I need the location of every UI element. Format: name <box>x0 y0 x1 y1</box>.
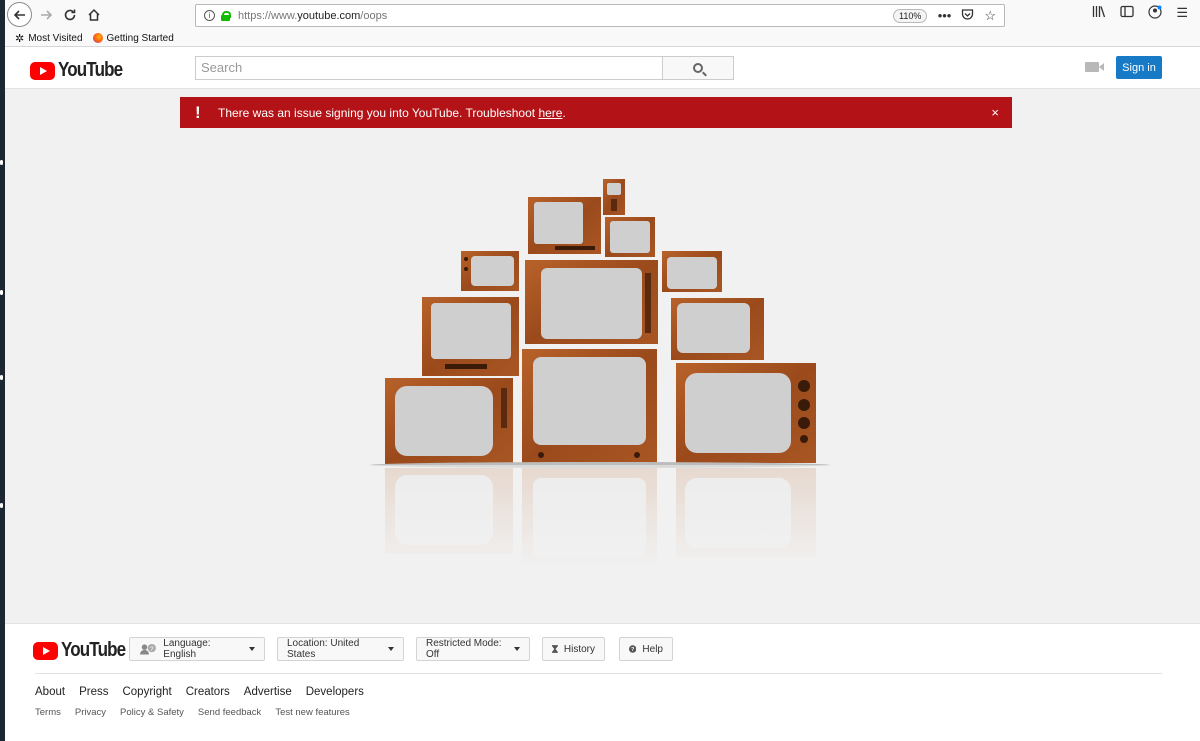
arrow-left-icon <box>13 9 25 20</box>
help-button[interactable]: ? Help <box>619 637 673 661</box>
help-icon: ? <box>629 645 637 653</box>
error-message-text: There was an issue signing you into YouT… <box>218 105 539 120</box>
history-button[interactable]: History <box>542 637 605 661</box>
restricted-mode-text: Restricted Mode: <box>426 638 502 649</box>
location-label: Location: United States <box>287 638 360 660</box>
info-icon[interactable]: i <box>204 10 215 21</box>
footer-primary-links: About Press Copyright Creators Advertise… <box>35 686 364 698</box>
history-label: History <box>563 643 595 655</box>
page-actions-icon[interactable]: ••• <box>938 8 952 24</box>
upload-video-icon[interactable] <box>1085 62 1104 72</box>
reload-button[interactable] <box>58 3 82 27</box>
youtube-play-icon <box>30 61 55 80</box>
footer-link-privacy[interactable]: Privacy <box>75 707 106 718</box>
error-message: There was an issue signing you into YouT… <box>218 106 566 120</box>
url-text[interactable]: https://www.youtube.com/oops <box>238 10 387 22</box>
arrow-right-icon <box>41 10 53 20</box>
hourglass-icon <box>552 645 558 653</box>
bookmark-star-icon[interactable]: ☆ <box>984 8 996 24</box>
logo-text: YouTube <box>58 59 123 81</box>
pocket-icon[interactable] <box>961 8 974 24</box>
tv-reflection <box>365 465 835 568</box>
lock-icon <box>221 10 231 21</box>
language-button[interactable]: ? Language: English <box>129 637 265 661</box>
bookmark-label: Most Visited <box>28 32 83 44</box>
footer-link-creators[interactable]: Creators <box>186 686 230 698</box>
reload-icon <box>64 9 76 21</box>
bookmark-label: Getting Started <box>106 32 174 44</box>
broken-tv-illustration <box>365 179 835 568</box>
url-prefix: https://www. <box>238 9 298 22</box>
url-bar[interactable]: i https://www.youtube.com/oops 110% ••• … <box>195 4 1005 27</box>
footer-link-developers[interactable]: Developers <box>306 686 364 698</box>
language-label: Language: English <box>163 638 211 660</box>
gear-icon: ✲ <box>15 32 25 45</box>
masthead: YouTube Search Sign in <box>5 48 1200 89</box>
restricted-mode-label: Restricted Mode: Off <box>426 638 504 660</box>
zoom-badge[interactable]: 110% <box>893 9 928 23</box>
footer-link-advertise[interactable]: Advertise <box>244 686 292 698</box>
chevron-down-icon <box>249 647 255 651</box>
sidebar-icon[interactable] <box>1120 5 1134 22</box>
restricted-mode-value: Off <box>426 649 440 660</box>
footer-youtube-logo[interactable]: YouTube <box>33 639 137 662</box>
footer-link-test-features[interactable]: Test new features <box>275 707 349 718</box>
help-label: Help <box>642 643 663 655</box>
error-banner: ! There was an issue signing you into Yo… <box>180 97 1012 128</box>
browser-toolbar: i https://www.youtube.com/oops 110% ••• … <box>5 0 1200 30</box>
footer-link-send-feedback[interactable]: Send feedback <box>198 707 261 718</box>
restricted-mode-button[interactable]: Restricted Mode: Off <box>416 637 530 661</box>
firefox-icon <box>92 33 103 43</box>
search-button[interactable] <box>662 56 734 80</box>
menu-icon[interactable]: ☰ <box>1176 5 1188 22</box>
search-input[interactable]: Search <box>195 56 663 80</box>
footer-link-policy-safety[interactable]: Policy & Safety <box>120 707 184 718</box>
alert-icon: ! <box>195 102 201 122</box>
youtube-logo[interactable]: YouTube <box>30 59 134 82</box>
search-icon <box>693 63 703 73</box>
footer: YouTube ? Language: English Location: Un… <box>5 623 1200 741</box>
back-button[interactable] <box>7 2 32 27</box>
language-icon: ? <box>139 643 156 655</box>
url-domain: youtube.com <box>297 9 361 22</box>
logo-text: YouTube <box>61 639 126 661</box>
bookmark-most-visited[interactable]: ✲ Most Visited <box>15 32 83 45</box>
close-icon[interactable]: × <box>991 105 999 120</box>
footer-link-press[interactable]: Press <box>79 686 108 698</box>
troubleshoot-link[interactable]: here <box>538 106 562 120</box>
home-icon <box>88 8 100 21</box>
footer-link-copyright[interactable]: Copyright <box>122 686 171 698</box>
footer-link-terms[interactable]: Terms <box>35 707 61 718</box>
location-button[interactable]: Location: United States <box>277 637 404 661</box>
error-suffix: . <box>562 105 566 120</box>
chevron-down-icon <box>514 647 520 651</box>
svg-text:?: ? <box>150 646 154 653</box>
youtube-play-icon <box>33 641 58 660</box>
footer-link-about[interactable]: About <box>35 686 65 698</box>
account-icon[interactable] <box>1148 5 1162 22</box>
tv-stack <box>385 179 816 464</box>
bookmark-getting-started[interactable]: Getting Started <box>92 32 174 44</box>
library-icon[interactable] <box>1092 5 1106 22</box>
bookmarks-bar: ✲ Most Visited Getting Started <box>5 30 1200 47</box>
forward-button[interactable] <box>34 3 58 27</box>
footer-secondary-links: Terms Privacy Policy & Safety Send feedb… <box>35 707 350 718</box>
footer-divider <box>35 673 1162 674</box>
chevron-down-icon <box>388 647 394 651</box>
url-path: /oops <box>360 9 388 22</box>
sign-in-button[interactable]: Sign in <box>1116 56 1162 79</box>
home-button[interactable] <box>82 3 106 27</box>
youtube-page: YouTube Search Sign in ! There was an is… <box>5 48 1200 741</box>
